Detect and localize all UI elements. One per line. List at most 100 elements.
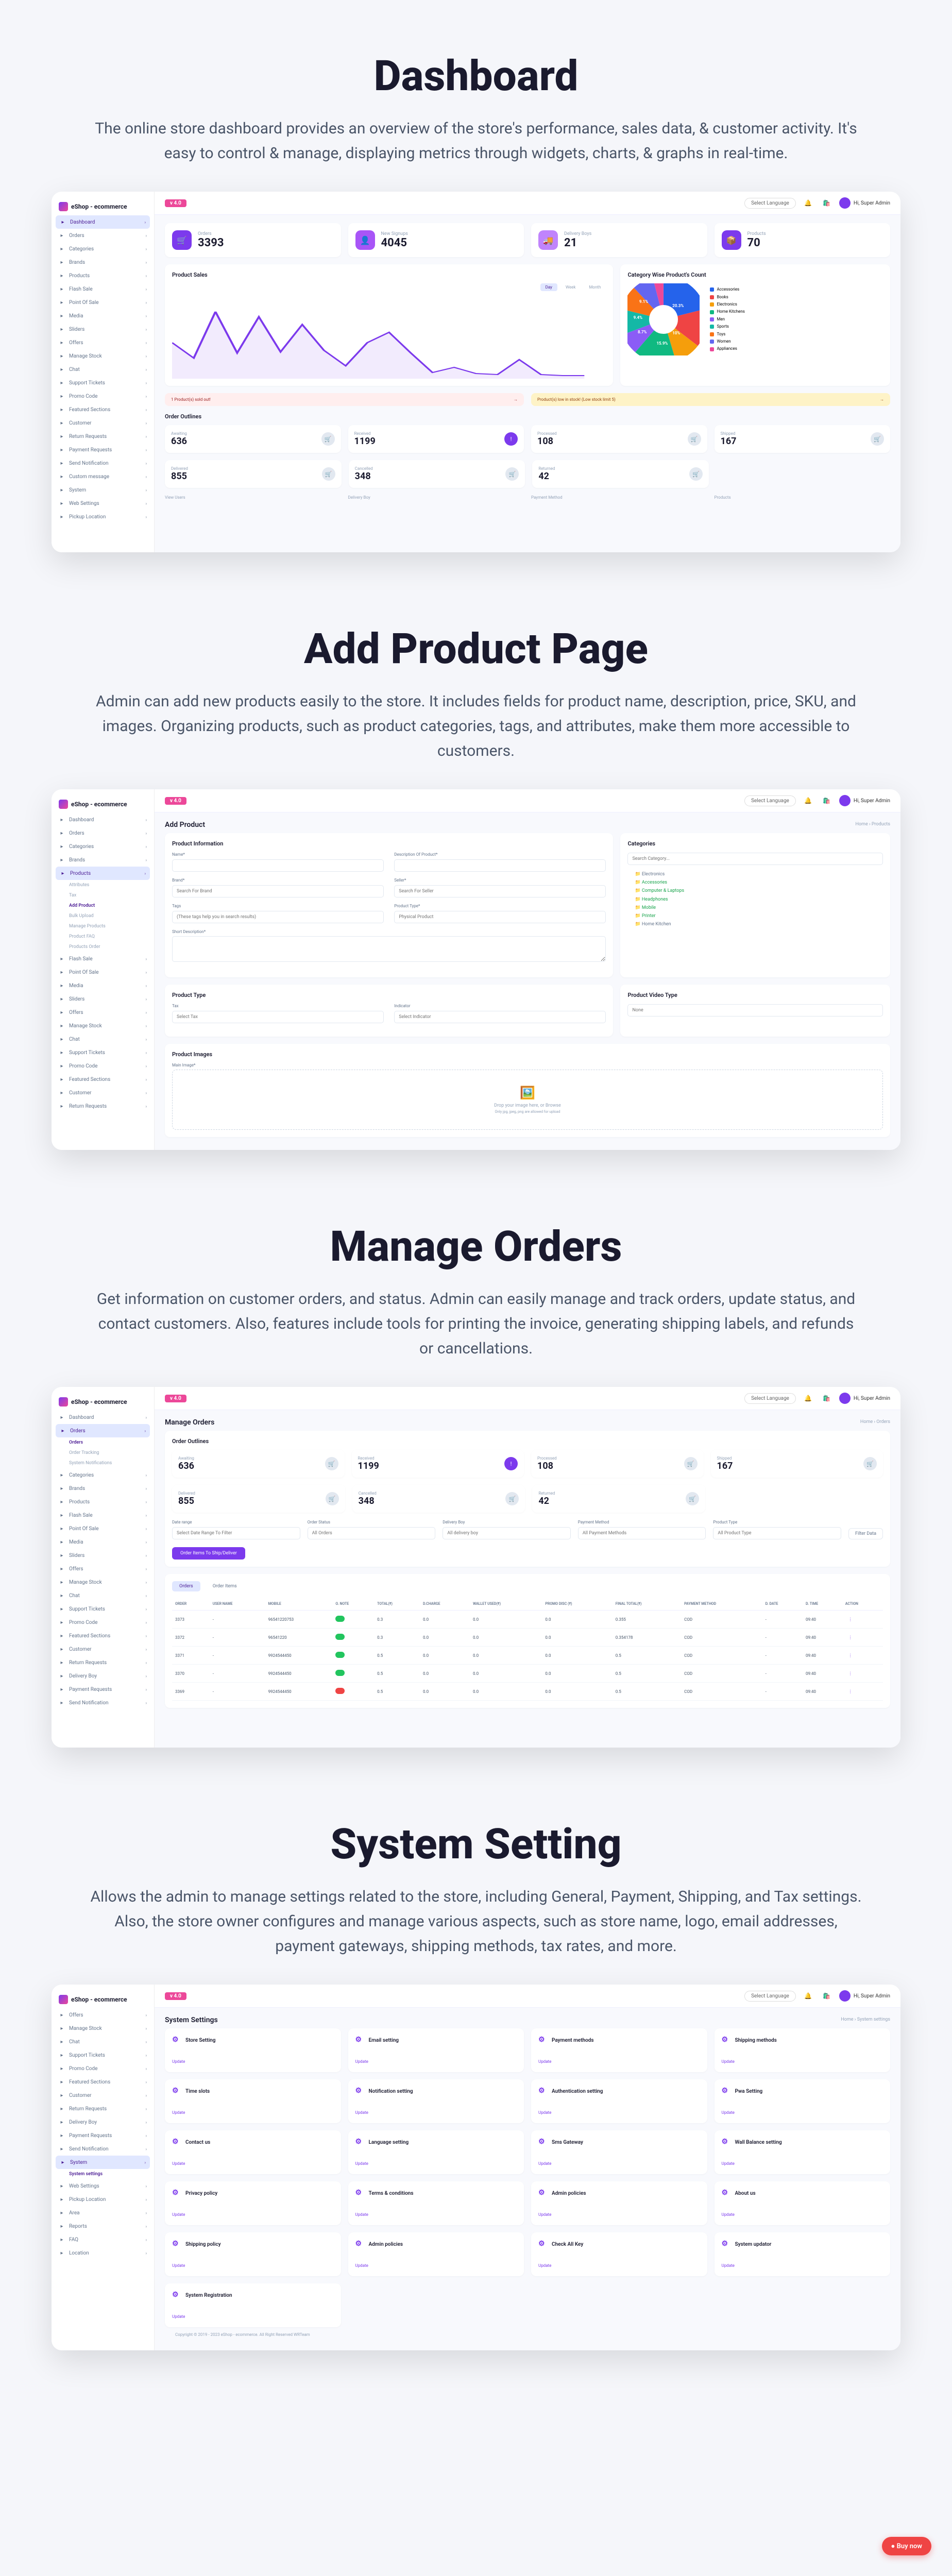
filter-input[interactable] xyxy=(443,1527,571,1539)
update-link[interactable]: Update xyxy=(722,2059,735,2064)
sidebar-item[interactable]: ▸Chat› xyxy=(52,1589,154,1602)
sidebar-item[interactable]: ▸Featured Sections› xyxy=(52,2075,154,2089)
setting-card[interactable]: ⚙Language settingUpdate xyxy=(348,2130,524,2174)
sidebar-subitem[interactable]: Product FAQ xyxy=(52,931,154,942)
update-link[interactable]: Update xyxy=(172,2314,185,2319)
table-header[interactable]: D. TIME xyxy=(803,1598,842,1611)
outline-card[interactable]: Delivered855🛒 xyxy=(165,460,342,488)
sidebar-item[interactable]: ▸Support Tickets› xyxy=(52,376,154,389)
category-tree-item[interactable]: 📁 Accessories xyxy=(627,878,883,887)
sidebar-item[interactable]: ▸Manage Stock› xyxy=(52,349,154,363)
shop-icon[interactable]: 🛍️ xyxy=(821,1990,833,2002)
tax-select[interactable] xyxy=(172,1011,384,1023)
outline-card[interactable]: Received1199! xyxy=(352,1450,524,1478)
shop-icon[interactable]: 🛍️ xyxy=(821,794,833,807)
setting-card[interactable]: ⚙System RegistrationUpdate xyxy=(165,2283,341,2327)
table-header[interactable]: ORDER xyxy=(172,1598,210,1611)
setting-card[interactable]: ⚙Wall Balance settingUpdate xyxy=(715,2130,891,2174)
outline-card[interactable]: Awaiting636🛒 xyxy=(165,425,341,453)
update-link[interactable]: Update xyxy=(172,2212,185,2217)
sidebar-subitem[interactable]: System Notifications xyxy=(52,1458,154,1468)
name-input[interactable] xyxy=(172,859,384,872)
filter-input[interactable] xyxy=(713,1527,841,1539)
sidebar-subitem[interactable]: Manage Products xyxy=(52,921,154,931)
seller-input[interactable] xyxy=(394,885,606,897)
category-tree-item[interactable]: 📁 Mobile xyxy=(627,904,883,912)
sidebar-item[interactable]: ▸Sliders› xyxy=(52,323,154,336)
sidebar-item[interactable]: ▸Offers› xyxy=(52,1562,154,1575)
sidebar-item[interactable]: ▸Flash Sale› xyxy=(52,952,154,965)
update-link[interactable]: Update xyxy=(172,2161,185,2166)
sidebar-item[interactable]: ▸Featured Sections› xyxy=(52,1073,154,1086)
sidebar-item[interactable]: ▸Support Tickets› xyxy=(52,1046,154,1059)
sidebar-item[interactable]: ▸Manage Stock› xyxy=(52,1019,154,1032)
update-link[interactable]: Update xyxy=(355,2212,368,2217)
buy-now-button[interactable]: ● Buy now xyxy=(882,2537,932,2555)
sidebar-item[interactable]: ▸Promo Code› xyxy=(52,2062,154,2075)
table-header[interactable]: O. NOTE xyxy=(332,1598,374,1611)
setting-card[interactable]: ⚙Shipping methodsUpdate xyxy=(715,2028,891,2072)
table-header[interactable]: D. DATE xyxy=(762,1598,803,1611)
table-header[interactable]: D.CHARGE xyxy=(420,1598,470,1611)
sidebar-item[interactable]: ▸Payment Requests› xyxy=(52,2129,154,2142)
stat-card[interactable]: 👤New Signups4045 xyxy=(348,223,524,257)
setting-card[interactable]: ⚙Contact usUpdate xyxy=(165,2130,341,2174)
sidebar-item[interactable]: ▸Sliders› xyxy=(52,992,154,1006)
setting-card[interactable]: ⚙Shipping policyUpdate xyxy=(165,2232,341,2276)
category-tree-item[interactable]: 📁 Printer xyxy=(627,912,883,920)
chart-tab[interactable]: Day xyxy=(540,283,557,291)
create-order-button[interactable]: Order Items To Ship/Deliver xyxy=(172,1547,245,1560)
setting-card[interactable]: ⚙Store SettingUpdate xyxy=(165,2028,341,2072)
table-row[interactable]: 3373-965412207530.30.00.00.00.355COD-09:… xyxy=(172,1611,883,1629)
update-link[interactable]: Update xyxy=(538,2161,551,2166)
table-row[interactable]: 3371-99245444500.50.00.00.00.5COD-09:40⋮ xyxy=(172,1647,883,1665)
sidebar-item[interactable]: ▸Featured Sections› xyxy=(52,1629,154,1642)
sidebar-item[interactable]: ▸Point Of Sale› xyxy=(52,965,154,979)
setting-card[interactable]: ⚙Notification settingUpdate xyxy=(348,2079,524,2123)
sidebar-item[interactable]: ▸Return Requests› xyxy=(52,430,154,443)
update-link[interactable]: Update xyxy=(538,2059,551,2064)
update-link[interactable]: Update xyxy=(355,2110,368,2115)
bell-icon[interactable]: 🔔 xyxy=(802,794,814,807)
bottom-link[interactable]: View Users xyxy=(165,495,341,500)
sidebar-item[interactable]: ▸Dashboard› xyxy=(56,215,150,229)
sidebar-item[interactable]: ▸Products› xyxy=(52,269,154,282)
sidebar-item[interactable]: ▸Send Notification› xyxy=(52,2142,154,2156)
sidebar-item[interactable]: ▸Brands› xyxy=(52,1482,154,1495)
sidebar-item[interactable]: ▸Pickup Location› xyxy=(52,510,154,523)
language-select[interactable]: Select Language xyxy=(744,1991,796,2002)
setting-card[interactable]: ⚙Check All KeyUpdate xyxy=(531,2232,707,2276)
filter-input[interactable] xyxy=(172,1527,300,1539)
setting-card[interactable]: ⚙Email settingUpdate xyxy=(348,2028,524,2072)
stat-card[interactable]: 📦Products70 xyxy=(715,223,891,257)
sidebar-item[interactable]: ▸Categories› xyxy=(52,1468,154,1482)
logo[interactable]: eShop - ecommerce xyxy=(52,795,154,813)
sidebar-subitem[interactable]: Order Tracking xyxy=(52,1448,154,1458)
language-select[interactable]: Select Language xyxy=(744,1393,796,1404)
sidebar-item[interactable]: ▸Categories› xyxy=(52,840,154,853)
sidebar-item[interactable]: ▸Dashboard› xyxy=(52,813,154,826)
sidebar-item[interactable]: ▸Brands› xyxy=(52,853,154,867)
sidebar-item[interactable]: ▸Promo Code› xyxy=(52,1059,154,1073)
outline-card[interactable]: Awaiting636🛒 xyxy=(172,1450,345,1478)
sidebar-item[interactable]: ▸Chat› xyxy=(52,1032,154,1046)
sidebar-subitem[interactable]: System settings xyxy=(52,2169,154,2179)
sidebar-item[interactable]: ▸Products› xyxy=(52,1495,154,1509)
table-header[interactable]: PAYMENT METHOD xyxy=(681,1598,762,1611)
logo[interactable]: eShop - ecommerce xyxy=(52,1991,154,2008)
setting-card[interactable]: ⚙Pwa SettingUpdate xyxy=(715,2079,891,2123)
setting-card[interactable]: ⚙System updatorUpdate xyxy=(715,2232,891,2276)
sidebar-item[interactable]: ▸Pickup Location› xyxy=(52,2193,154,2206)
bottom-link[interactable]: Delivery Boy xyxy=(348,495,524,500)
sidebar-item[interactable]: ▸Return Requests› xyxy=(52,2102,154,2115)
sidebar-item[interactable]: ▸Send Notification› xyxy=(52,456,154,470)
shop-icon[interactable]: 🛍️ xyxy=(821,197,833,209)
sidebar-item[interactable]: ▸FAQ› xyxy=(52,2233,154,2246)
setting-card[interactable]: ⚙Time slotsUpdate xyxy=(165,2079,341,2123)
sidebar-item[interactable]: ▸Chat› xyxy=(52,363,154,376)
sidebar-item[interactable]: ▸Manage Stock› xyxy=(52,1575,154,1589)
user-menu[interactable]: Hi, Super Admin xyxy=(839,1990,890,2002)
sidebar-subitem[interactable]: Products Order xyxy=(52,942,154,952)
sidebar-item[interactable]: ▸Offers› xyxy=(52,1006,154,1019)
sidebar-item[interactable]: ▸Location› xyxy=(52,2246,154,2260)
